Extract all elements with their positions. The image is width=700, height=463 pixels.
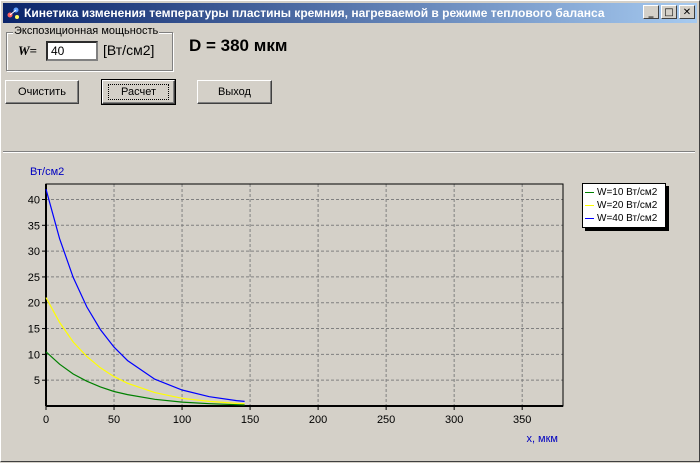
y-tick-label: 10 (28, 349, 40, 361)
x-axis-title: х, мкм (526, 433, 558, 445)
plot-area (46, 184, 563, 406)
y-tick-label: 15 (28, 324, 40, 336)
main-window: Кинетика изменения температуры пластины … (0, 0, 700, 462)
legend-label: W=40 Вт/см2 (597, 213, 658, 224)
temperature-chart: 0 50 100 150 200 250 300 350 5 10 15 20 25 30 35 40 Вт/с… (7, 154, 693, 458)
y-tick-label: 5 (34, 375, 40, 387)
y-axis-title: Вт/см2 (30, 166, 64, 178)
y-tick-label: 30 (28, 246, 40, 258)
legend-label: W=20 Вт/см2 (597, 200, 658, 211)
y-tick-label: 35 (28, 220, 40, 232)
legend-swatch (585, 192, 594, 193)
legend-item: W=40 Вт/см2 (585, 212, 665, 225)
x-tick-label: 200 (309, 414, 327, 426)
x-tick-label: 250 (377, 414, 395, 426)
legend-item: W=10 Вт/см2 (585, 186, 665, 199)
x-tick-label: 150 (241, 414, 259, 426)
x-tick-label: 0 (43, 414, 49, 426)
chart-legend: W=10 Вт/см2 W=20 Вт/см2 W=40 Вт/см2 (582, 183, 666, 228)
y-tick-label: 25 (28, 272, 40, 284)
legend-swatch (585, 218, 594, 219)
legend-swatch (585, 205, 594, 206)
x-tick-label: 350 (513, 414, 531, 426)
x-tick-label: 100 (173, 414, 191, 426)
y-tick-label: 40 (28, 194, 40, 206)
x-tick-label: 300 (445, 414, 463, 426)
y-tick-label: 20 (28, 298, 40, 310)
x-tick-label: 50 (108, 414, 120, 426)
legend-item: W=20 Вт/см2 (585, 199, 665, 212)
legend-label: W=10 Вт/см2 (597, 187, 658, 198)
